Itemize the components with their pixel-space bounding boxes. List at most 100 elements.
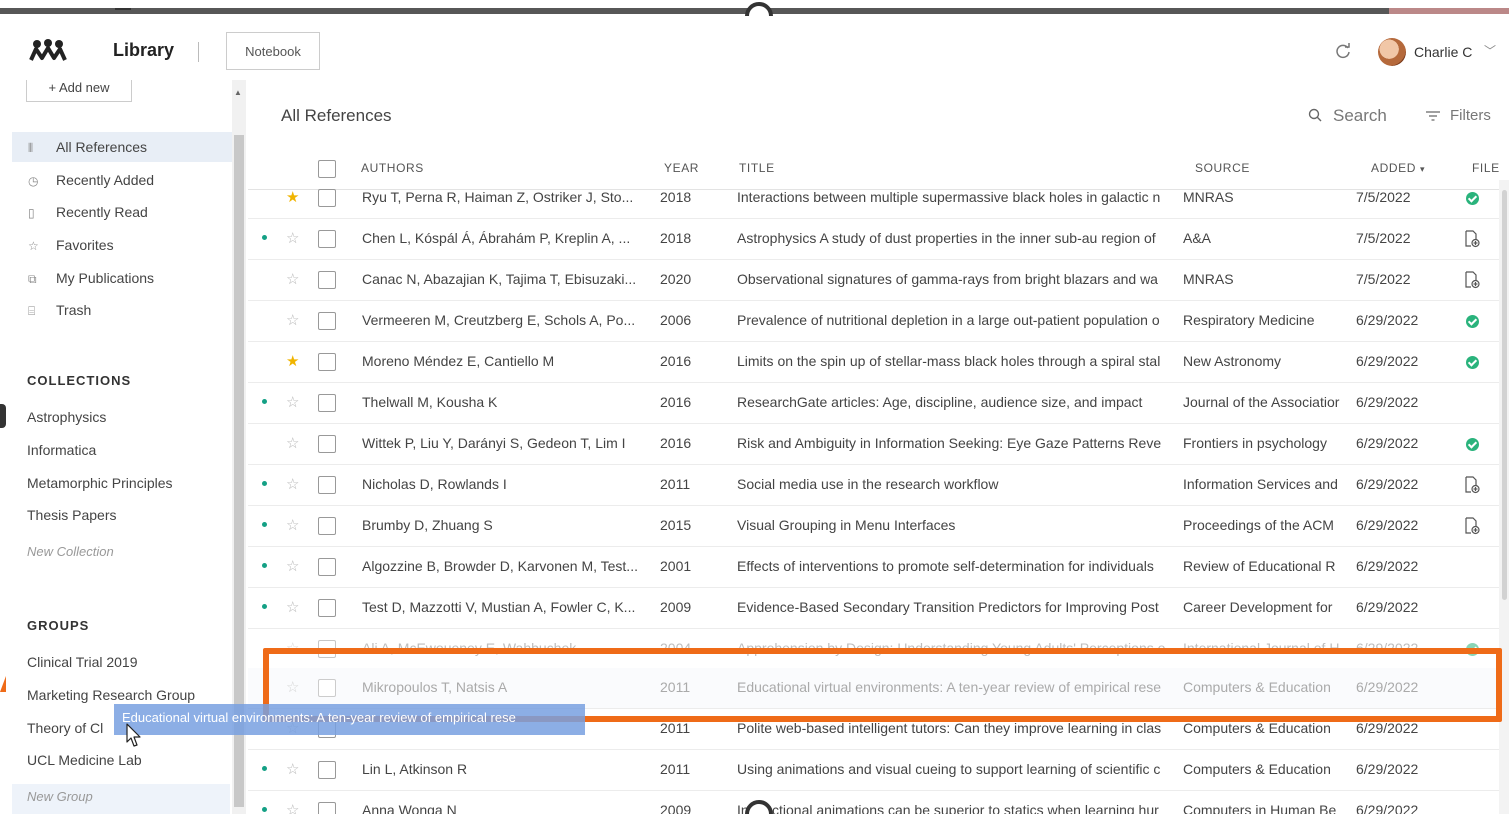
file-available-icon[interactable] [1466, 315, 1479, 328]
file-available-icon[interactable] [1466, 192, 1479, 205]
chevron-down-icon[interactable]: ﹀ [1484, 42, 1496, 59]
star-outline-icon[interactable]: ☆ [286, 229, 299, 247]
column-header-authors[interactable]: AUTHORS [361, 161, 424, 175]
star-outline-icon[interactable]: ☆ [286, 760, 299, 778]
scroll-up-arrow-icon[interactable]: ▲ [234, 88, 242, 97]
row-checkbox[interactable] [318, 394, 336, 412]
mouse-pointer-icon [126, 723, 141, 747]
table-row[interactable]: ☆ Canac N, Abazajian K, Tajima T, Ebisuz… [248, 260, 1509, 301]
star-outline-icon[interactable]: ☆ [286, 393, 299, 411]
favorite-star-icon[interactable]: ★ [286, 188, 299, 206]
group-item-theory[interactable]: Theory of Cl [27, 720, 103, 736]
app-header: Library Notebook Charlie C ﹀ [12, 16, 1509, 84]
file-available-icon[interactable] [1466, 438, 1479, 451]
sidebar-item-all-references[interactable]: ⫴ All References [12, 132, 232, 162]
star-outline-icon[interactable]: ☆ [286, 434, 299, 452]
cell-added: 6/29/2022 [1356, 394, 1419, 410]
avatar[interactable] [1378, 38, 1406, 66]
filter-icon[interactable] [1425, 110, 1441, 122]
row-checkbox[interactable] [318, 189, 336, 207]
row-checkbox[interactable] [318, 802, 336, 814]
star-outline-icon[interactable]: ☆ [286, 270, 299, 288]
new-collection-link[interactable]: New Collection [27, 544, 114, 559]
table-row[interactable]: ☆ Lin L, Atkinson R 2011 Using animation… [248, 750, 1509, 791]
row-checkbox[interactable] [318, 271, 336, 289]
table-row[interactable]: ★ Ryu T, Perna R, Haiman Z, Ostriker J, … [248, 178, 1509, 219]
collection-item-informatica[interactable]: Informatica [27, 442, 96, 458]
row-checkbox[interactable] [318, 476, 336, 494]
cell-added: 6/29/2022 [1356, 312, 1419, 328]
row-checkbox[interactable] [318, 517, 336, 535]
column-header-source[interactable]: SOURCE [1195, 161, 1250, 175]
add-file-icon[interactable] [1464, 476, 1480, 494]
collection-item-astrophysics[interactable]: Astrophysics [27, 409, 106, 425]
sort-desc-icon: ▾ [1419, 164, 1426, 174]
row-checkbox[interactable] [318, 230, 336, 248]
table-row[interactable]: ★ Moreno Méndez E, Cantiello M 2016 Limi… [248, 342, 1509, 383]
table-row[interactable]: ☆ Brumby D, Zhuang S 2015 Visual Groupin… [248, 506, 1509, 547]
row-checkbox[interactable] [318, 761, 336, 779]
user-name[interactable]: Charlie C [1414, 44, 1472, 60]
sidebar-item-label: All References [56, 139, 148, 155]
group-item-marketing-research[interactable]: Marketing Research Group [27, 687, 195, 703]
column-header-title[interactable]: TITLE [739, 161, 775, 175]
app-logo-icon[interactable] [28, 38, 68, 62]
star-outline-icon[interactable]: ☆ [286, 516, 299, 534]
table-row[interactable]: ☆ Nicholas D, Rowlands I 2011 Social med… [248, 465, 1509, 506]
sidebar-item-recently-added[interactable]: ◷ Recently Added [12, 165, 232, 195]
add-new-button[interactable]: + Add new [26, 80, 132, 102]
unread-dot-icon [262, 563, 267, 568]
cell-title: Using animations and visual cueing to su… [737, 761, 1161, 777]
notebook-button[interactable]: Notebook [226, 32, 320, 70]
table-scrollbar-thumb[interactable] [1502, 190, 1507, 600]
table-row[interactable]: ☆ Wittek P, Liu Y, Darányi S, Gedeon T, … [248, 424, 1509, 465]
table-row[interactable]: ☆ Thelwall M, Kousha K 2016 ResearchGate… [248, 383, 1509, 424]
unread-dot-icon [262, 522, 267, 527]
star-outline-icon[interactable]: ☆ [286, 311, 299, 329]
new-group-link[interactable]: New Group [27, 789, 93, 804]
star-outline-icon[interactable]: ☆ [286, 801, 299, 814]
column-header-added[interactable]: ADDED ▾ [1371, 161, 1425, 175]
sidebar-item-trash[interactable]: ⌸ Trash [12, 295, 232, 325]
column-header-file[interactable]: FILE [1472, 161, 1500, 175]
unread-dot-icon [262, 481, 267, 486]
row-checkbox[interactable] [318, 558, 336, 576]
add-file-icon[interactable] [1464, 230, 1480, 248]
collection-item-metamorphic-principles[interactable]: Metamorphic Principles [27, 475, 173, 491]
table-row[interactable]: ☆ Anna Wonga N 2009 Instructional animat… [248, 791, 1509, 814]
star-outline-icon[interactable]: ☆ [286, 475, 299, 493]
table-row[interactable]: ☆ Vermeeren M, Creutzberg E, Schols A, P… [248, 301, 1509, 342]
table-row[interactable]: ☆ Chen L, Kóspál Á, Ábrahám P, Kreplin A… [248, 219, 1509, 260]
table-row[interactable]: ☆ Test D, Mazzotti V, Mustian A, Fowler … [248, 588, 1509, 629]
cell-source: Journal of the Associatior [1183, 394, 1340, 410]
column-header-year[interactable]: YEAR [664, 161, 699, 175]
star-outline-icon[interactable]: ☆ [286, 598, 299, 616]
group-item-clinical-trial[interactable]: Clinical Trial 2019 [27, 654, 138, 670]
star-outline-icon[interactable]: ☆ [286, 557, 299, 575]
video-frame-left-handle [0, 404, 6, 428]
sync-icon[interactable] [1334, 42, 1352, 60]
cell-source: A&A [1183, 230, 1212, 246]
collection-item-thesis-papers[interactable]: Thesis Papers [27, 507, 116, 523]
cell-year: 2020 [660, 271, 692, 287]
favorite-star-icon[interactable]: ★ [286, 352, 299, 370]
cell-authors: Vermeeren M, Creutzberg E, Schols A, Po.… [362, 312, 636, 328]
sidebar-item-recently-read[interactable]: ▯ Recently Read [12, 197, 232, 227]
add-file-icon[interactable] [1464, 517, 1480, 535]
row-checkbox[interactable] [318, 435, 336, 453]
app-title: Library [113, 40, 175, 60]
sidebar-item-my-publications[interactable]: ⧉ My Publications [12, 263, 232, 293]
search-button[interactable]: Search [1333, 106, 1387, 126]
add-file-icon[interactable] [1464, 271, 1480, 289]
sidebar-item-favorites[interactable]: ☆ Favorites [12, 230, 232, 260]
select-all-checkbox[interactable] [318, 160, 336, 178]
row-checkbox[interactable] [318, 599, 336, 617]
filters-button[interactable]: Filters [1450, 107, 1491, 124]
group-item-ucl-medicine-lab[interactable]: UCL Medicine Lab [27, 752, 142, 768]
search-icon[interactable] [1308, 108, 1322, 122]
row-checkbox[interactable] [318, 312, 336, 330]
file-available-icon[interactable] [1466, 356, 1479, 369]
row-checkbox[interactable] [318, 353, 336, 371]
table-row[interactable]: ☆ Algozzine B, Browder D, Karvonen M, Te… [248, 547, 1509, 588]
cell-added: 6/29/2022 [1356, 353, 1419, 369]
